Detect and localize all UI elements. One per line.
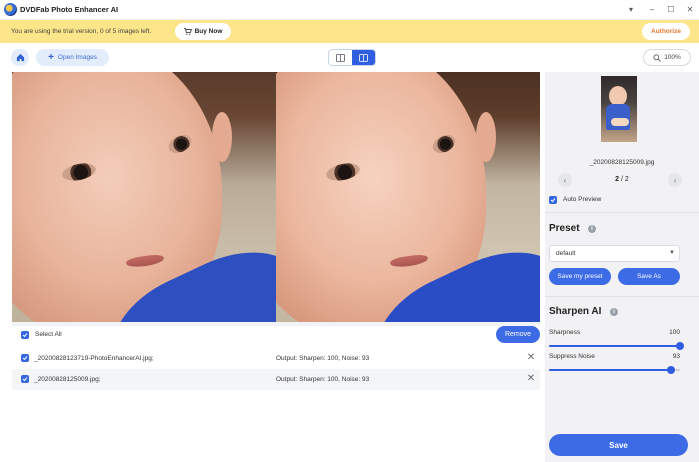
original-preview-image[interactable]	[12, 72, 276, 322]
file-name: _20200828123719-PhotoEnhancerAI.jpg;	[34, 355, 154, 362]
sharpness-label: Sharpness	[549, 329, 581, 336]
preset-title: Preset	[549, 223, 580, 234]
select-all-label: Select All	[35, 331, 62, 338]
split-view-icon	[359, 53, 368, 62]
open-images-label: Open Images	[57, 54, 97, 61]
authorize-button[interactable]: Authorize	[642, 23, 690, 40]
plus-icon: +	[48, 51, 54, 63]
split-view-button[interactable]	[352, 50, 375, 65]
sharpness-slider-fill	[549, 345, 680, 347]
page-total: 2	[624, 176, 629, 183]
app-title: DVDFab Photo Enhancer AI	[20, 5, 119, 14]
suppress-noise-slider-handle[interactable]	[666, 366, 675, 374]
single-view-button[interactable]	[329, 50, 352, 65]
save-my-preset-button[interactable]: Save my preset	[549, 268, 611, 285]
file-output-info: Output: Sharpen: 100, Noise: 93	[276, 376, 370, 383]
thumbnail-image[interactable]	[601, 76, 637, 142]
auto-preview-checkbox[interactable]	[549, 196, 557, 204]
trial-message: You are using the trial version, 0 of 5 …	[11, 28, 152, 35]
page-current: 2	[615, 176, 620, 183]
chevron-right-icon: ›	[673, 175, 677, 185]
close-icon[interactable]: ✕	[683, 3, 697, 17]
divider	[545, 212, 699, 213]
file-name: _20200828125009.jpg;	[34, 376, 101, 383]
suppress-noise-label: Suppress Noise	[549, 353, 595, 360]
sharpen-ai-title: Sharpen AI	[549, 306, 602, 317]
info-icon[interactable]: i	[588, 225, 596, 233]
file-checkbox[interactable]	[21, 375, 29, 383]
select-all-checkbox[interactable]	[21, 331, 29, 339]
home-button[interactable]	[11, 49, 29, 66]
file-row[interactable]: _20200828125009.jpg; Output: Sharpen: 10…	[12, 369, 540, 390]
auto-preview-label: Auto Preview	[563, 196, 602, 203]
page-separator: /	[621, 176, 623, 183]
file-checkbox[interactable]	[21, 354, 29, 362]
zoom-level: 100%	[664, 54, 681, 61]
next-image-button[interactable]: ›	[668, 173, 682, 187]
delete-icon[interactable]: ✕	[526, 374, 536, 384]
cart-icon	[183, 28, 192, 35]
chevron-down-icon: ▼	[669, 250, 675, 256]
home-icon	[16, 53, 24, 62]
buy-now-button[interactable]: Buy Now	[175, 23, 231, 40]
sharpness-value: 100	[669, 329, 680, 336]
check-icon	[550, 198, 556, 203]
check-icon	[22, 377, 28, 382]
sharpness-slider[interactable]	[549, 342, 684, 350]
divider	[545, 296, 699, 297]
trial-banner: You are using the trial version, 0 of 5 …	[0, 20, 699, 43]
title-bar: DVDFab Photo Enhancer AI ▾ – ☐ ✕	[0, 0, 699, 20]
preset-select[interactable]: default ▼	[549, 245, 680, 262]
suppress-noise-slider-fill	[549, 369, 671, 371]
suppress-noise-value: 93	[672, 353, 680, 360]
zoom-control[interactable]: 100%	[643, 49, 691, 66]
check-icon	[22, 356, 28, 361]
preset-selected-value: default	[556, 250, 576, 257]
app-logo-icon	[4, 3, 17, 16]
enhanced-preview-image[interactable]	[276, 72, 540, 322]
delete-icon[interactable]: ✕	[526, 353, 536, 363]
maximize-icon[interactable]: ☐	[664, 3, 678, 17]
minimize-icon[interactable]: –	[645, 3, 659, 17]
view-mode-toggle	[328, 49, 376, 66]
zoom-icon	[653, 53, 662, 62]
sharpness-slider-handle[interactable]	[676, 342, 684, 350]
open-images-button[interactable]: + Open Images	[36, 49, 109, 66]
suppress-noise-slider[interactable]	[549, 366, 680, 374]
buy-now-label: Buy Now	[194, 28, 223, 35]
thumbnail-filename: _20200828125009.jpg	[589, 159, 655, 166]
single-view-icon	[336, 53, 345, 62]
save-as-button[interactable]: Save As	[618, 268, 680, 285]
info-icon[interactable]: i	[610, 308, 618, 316]
save-button[interactable]: Save	[549, 434, 688, 456]
remove-button[interactable]: Remove	[496, 326, 540, 343]
file-output-info: Output: Sharpen: 100, Noise: 93	[276, 355, 370, 362]
file-row[interactable]: _20200828123719-PhotoEnhancerAI.jpg; Out…	[12, 348, 540, 369]
check-icon	[22, 333, 28, 338]
dropdown-menu-icon[interactable]: ▾	[624, 3, 638, 17]
list-header: Select All	[12, 326, 540, 346]
